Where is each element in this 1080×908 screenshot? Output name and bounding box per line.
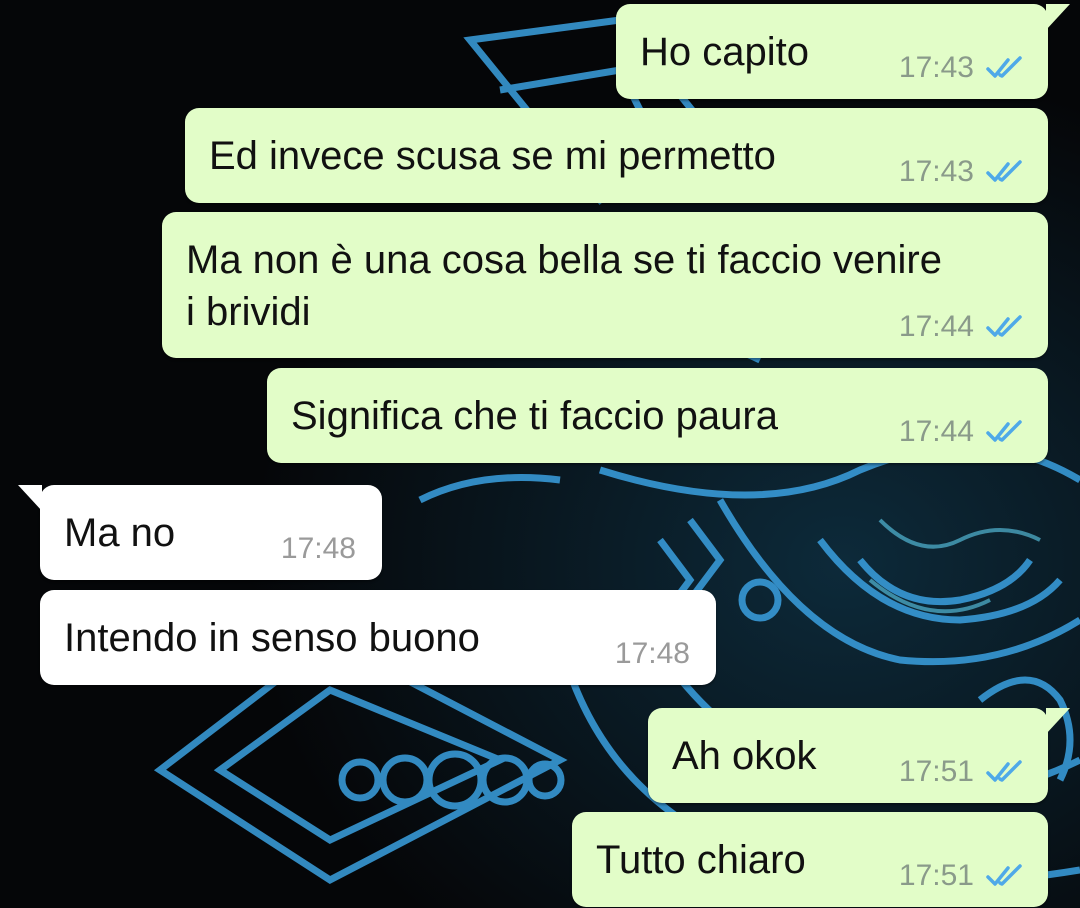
bubble-tail — [1046, 708, 1070, 734]
message-time: 17:44 — [898, 415, 974, 448]
message-text: Ho capito — [640, 30, 809, 74]
bubble-tail — [1046, 4, 1070, 30]
message-time: 17:48 — [614, 637, 690, 670]
message-meta: 17:43 — [899, 51, 1026, 85]
message-meta: 17:44 — [899, 415, 1026, 449]
double-check-read-icon — [986, 315, 1022, 337]
message-time: 17:44 — [898, 310, 974, 343]
message-text: Significa che ti faccio paura — [291, 394, 778, 438]
message-time: 17:48 — [280, 532, 356, 565]
outgoing-message[interactable]: Significa che ti faccio paura 17:44 — [267, 368, 1048, 463]
outgoing-message[interactable]: Tutto chiaro 17:51 — [572, 812, 1048, 907]
double-check-read-icon — [986, 160, 1022, 182]
double-check-read-icon — [986, 760, 1022, 782]
double-check-read-icon — [986, 420, 1022, 442]
message-time: 17:43 — [898, 51, 974, 84]
message-text: Intendo in senso buono — [64, 616, 480, 660]
bubble-tail — [18, 485, 42, 511]
message-text: Ma non è una cosa bella se ti faccio ven… — [186, 238, 942, 334]
message-meta: 17:51 — [899, 859, 1026, 893]
message-text: Ma no — [64, 511, 176, 555]
double-check-read-icon — [986, 56, 1022, 78]
chat-conversation: Ho capito 17:43 Ed invece scusa se mi pe… — [0, 0, 1080, 908]
message-meta: 17:44 — [899, 310, 1026, 344]
message-time: 17:51 — [898, 755, 974, 788]
message-meta: 17:43 — [899, 155, 1026, 189]
message-time: 17:43 — [898, 155, 974, 188]
incoming-message[interactable]: Ma no 17:48 — [18, 485, 382, 580]
message-text: Ed invece scusa se mi permetto — [209, 134, 776, 178]
outgoing-message[interactable]: Ed invece scusa se mi permetto 17:43 — [185, 108, 1048, 203]
incoming-message[interactable]: Intendo in senso buono 17:48 — [40, 590, 716, 685]
outgoing-message[interactable]: Ho capito 17:43 — [616, 4, 1070, 99]
double-check-read-icon — [986, 864, 1022, 886]
outgoing-message[interactable]: Ma non è una cosa bella se ti faccio ven… — [162, 212, 1048, 358]
message-meta: 17:51 — [899, 755, 1026, 789]
message-meta: 17:48 — [281, 532, 356, 566]
message-text: Ah okok — [672, 734, 817, 778]
outgoing-message[interactable]: Ah okok 17:51 — [648, 708, 1070, 803]
message-time: 17:51 — [898, 859, 974, 892]
message-text: Tutto chiaro — [596, 838, 806, 882]
message-meta: 17:48 — [615, 637, 690, 671]
